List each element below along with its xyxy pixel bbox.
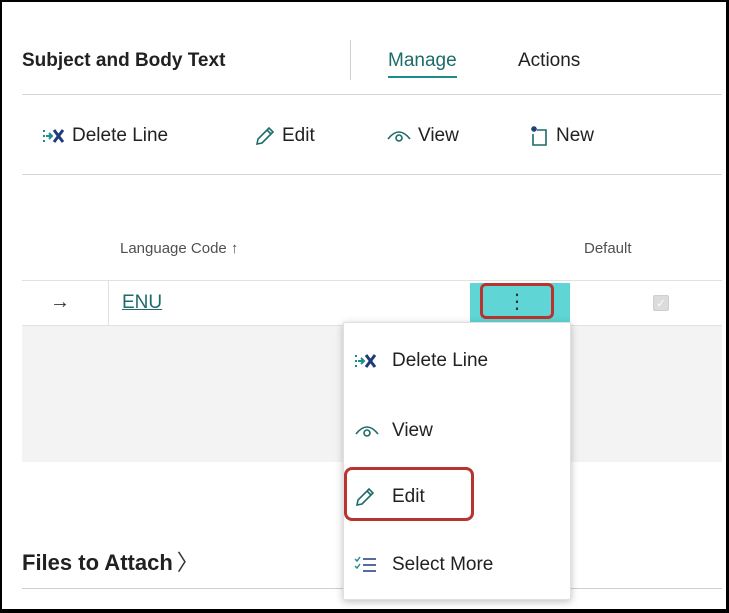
language-code-link[interactable]: ENU bbox=[122, 292, 162, 314]
tab-manage-label: Manage bbox=[388, 50, 457, 71]
more-options-icon: ⋮ bbox=[507, 290, 527, 313]
view-icon bbox=[386, 127, 412, 145]
menu-item-label: View bbox=[392, 420, 433, 441]
chevron-right-icon: 〉 bbox=[176, 550, 199, 575]
delete-line-icon bbox=[354, 352, 384, 370]
edit-label: Edit bbox=[282, 125, 315, 146]
delete-line-icon bbox=[42, 127, 66, 145]
new-button[interactable]: New bbox=[530, 122, 594, 150]
view-button[interactable]: View bbox=[386, 122, 459, 150]
edit-button[interactable]: Edit bbox=[254, 122, 315, 150]
delete-line-button[interactable]: Delete Line bbox=[42, 122, 168, 150]
action-toolbar: Delete Line Edit View New bbox=[22, 116, 722, 156]
edit-highlight-annotation bbox=[344, 467, 474, 521]
row-divider bbox=[108, 281, 109, 325]
check-icon: ✓ bbox=[656, 297, 666, 310]
new-icon bbox=[530, 125, 550, 147]
row-context-menu: Delete Line View Edit Select More bbox=[343, 322, 571, 600]
row-menu-button[interactable]: ⋮ bbox=[480, 283, 554, 319]
pencil-icon bbox=[254, 125, 276, 147]
menu-item-label: Delete Line bbox=[392, 350, 489, 371]
header-divider bbox=[350, 40, 351, 80]
page-title: Subject and Body Text bbox=[22, 50, 226, 71]
select-more-icon bbox=[354, 556, 384, 574]
tab-manage[interactable]: Manage bbox=[388, 50, 457, 78]
delete-line-label: Delete Line bbox=[72, 125, 169, 146]
toolbar-separator bbox=[22, 174, 722, 175]
new-label: New bbox=[556, 125, 595, 146]
view-icon bbox=[354, 422, 384, 440]
table-row[interactable]: → ENU ⋮ ✓ bbox=[22, 280, 722, 326]
menu-item-label: Select More bbox=[392, 554, 494, 575]
menu-item-view[interactable]: View bbox=[350, 407, 433, 455]
view-label: View bbox=[418, 125, 459, 146]
tab-actions[interactable]: Actions bbox=[518, 50, 580, 72]
header-separator bbox=[22, 94, 722, 95]
tab-active-underline bbox=[388, 76, 457, 78]
column-header-default[interactable]: Default bbox=[584, 240, 632, 257]
menu-item-select-more[interactable]: Select More bbox=[350, 541, 493, 589]
default-checkbox[interactable]: ✓ bbox=[653, 295, 669, 311]
frame-bottom-edge bbox=[0, 609, 729, 613]
files-to-attach-header[interactable]: Files to Attach 〉 bbox=[22, 545, 199, 577]
row-indicator-arrow: → bbox=[50, 291, 70, 313]
page-header: Subject and Body Text Manage Actions bbox=[22, 40, 712, 84]
column-header-language-code[interactable]: Language Code ↑ bbox=[120, 240, 238, 257]
menu-item-delete-line[interactable]: Delete Line bbox=[350, 337, 488, 385]
files-to-attach-title: Files to Attach bbox=[22, 550, 173, 575]
